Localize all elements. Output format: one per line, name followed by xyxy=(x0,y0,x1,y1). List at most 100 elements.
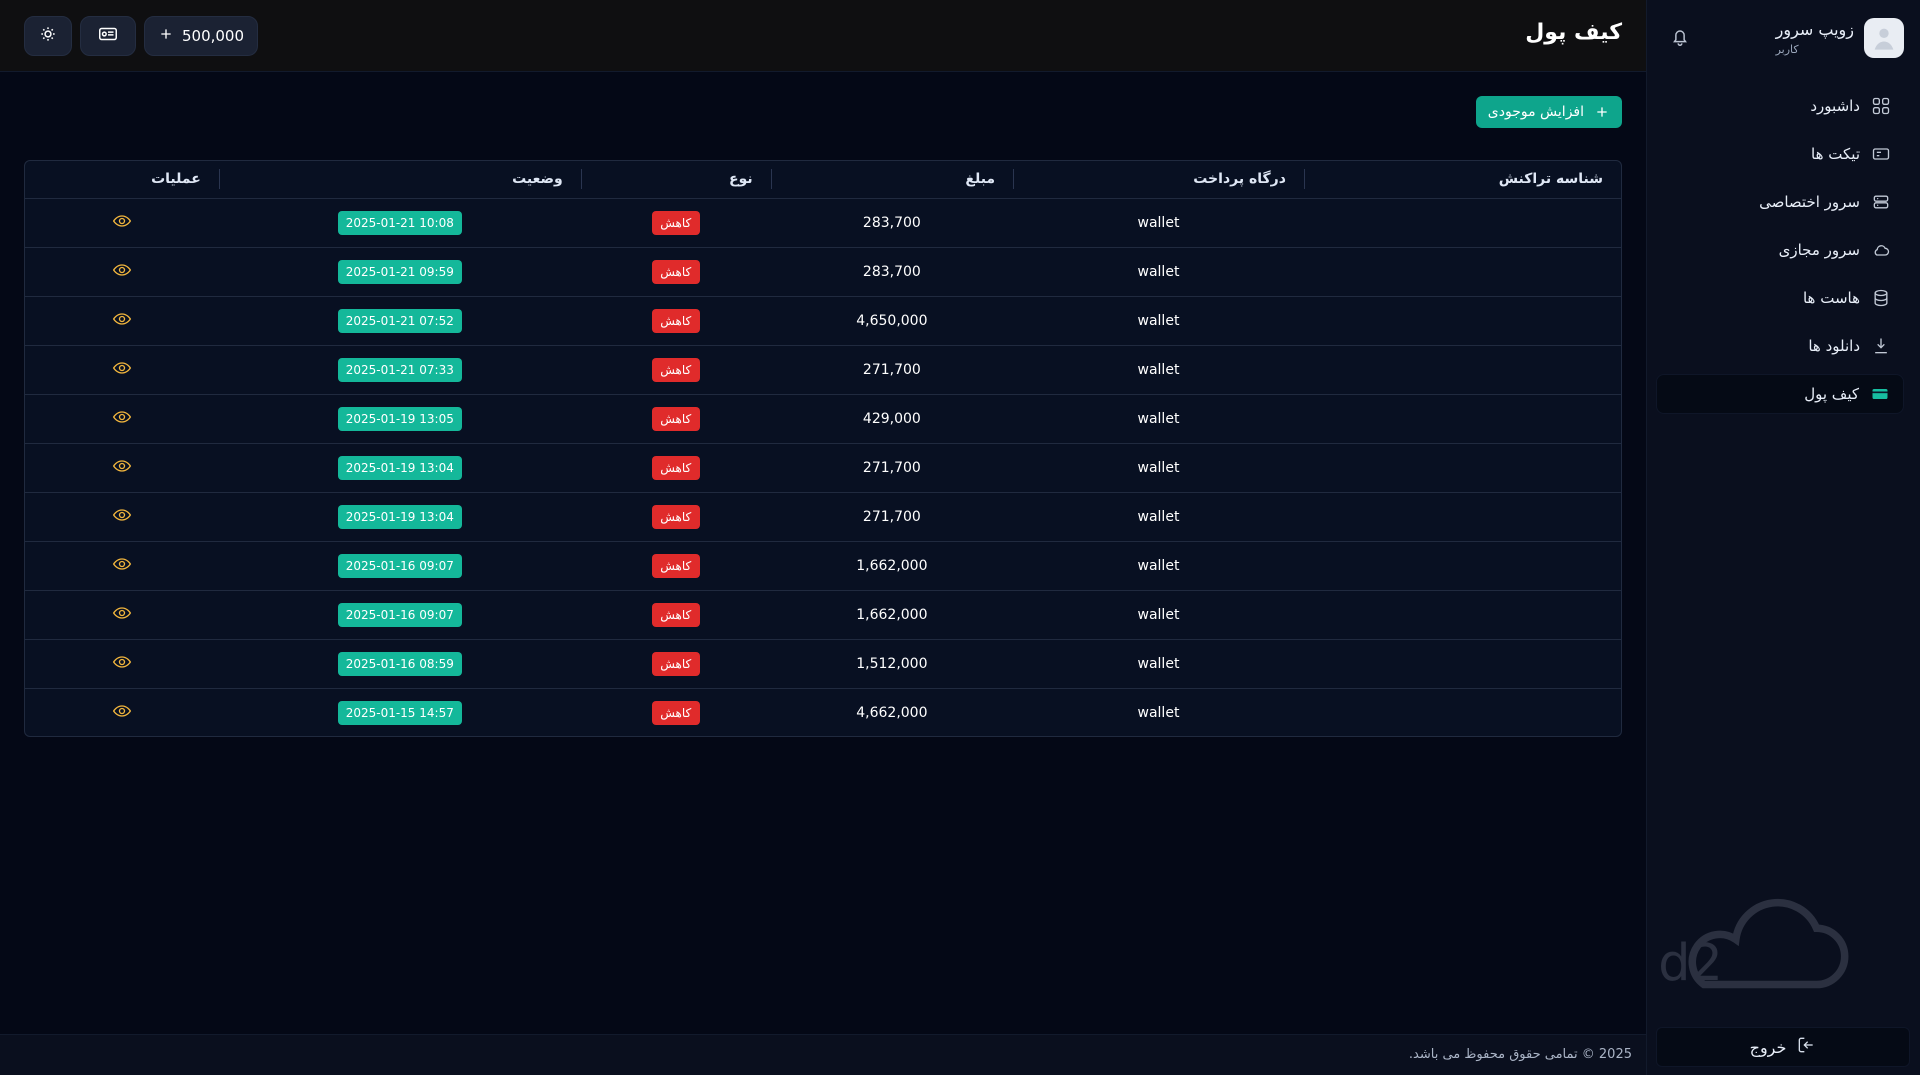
eye-icon[interactable] xyxy=(112,407,132,427)
user-name: زویپ سرور xyxy=(1775,19,1854,39)
table-header-row: شناسه تراکنش درگاه پرداخت مبلغ نوع وضعیت… xyxy=(25,161,1621,199)
cell-type: کاهش xyxy=(581,688,771,736)
settings-button[interactable] xyxy=(24,16,72,56)
cell-status: 2025-01-21 07:33 xyxy=(219,345,581,394)
cell-type: کاهش xyxy=(581,296,771,345)
cell-status: 2025-01-21 10:08 xyxy=(219,198,581,247)
cell-amount: 4,662,000 xyxy=(856,704,928,721)
logout-label: خروج xyxy=(1749,1037,1787,1057)
cell-status: 2025-01-21 07:52 xyxy=(219,296,581,345)
table-row: wallet 271,700 کاهش 2025-01-21 07:33 xyxy=(25,345,1621,394)
cell-actions xyxy=(25,541,219,590)
cell-amount: 283,700 xyxy=(862,214,921,231)
cell-status: 2025-01-15 14:57 xyxy=(219,688,581,736)
sidebar-item-dashboard[interactable]: داشبورد xyxy=(1656,86,1904,126)
column-amount: مبلغ xyxy=(770,161,1014,199)
sidebar-item-dedicated-server[interactable]: سرور اختصاصی xyxy=(1656,182,1904,222)
add-balance-label: افزایش موجودی xyxy=(1487,104,1584,120)
cell-actions xyxy=(25,296,219,345)
cell-type: کاهش xyxy=(581,345,771,394)
cell-transaction-id xyxy=(1304,639,1621,688)
eye-icon[interactable] xyxy=(112,505,132,525)
plus-icon xyxy=(1594,104,1610,120)
sidebar-item-label: کیف پول xyxy=(1804,385,1859,403)
wallet-balance-button[interactable]: 500,000 xyxy=(144,16,258,56)
type-badge: کاهش xyxy=(651,455,700,480)
cell-actions xyxy=(25,688,219,736)
eye-icon[interactable] xyxy=(112,211,132,231)
column-gateway: درگاه پرداخت xyxy=(1013,161,1304,199)
eye-icon[interactable] xyxy=(112,358,132,378)
eye-icon[interactable] xyxy=(112,260,132,280)
eye-icon[interactable] xyxy=(112,456,132,476)
sidebar-item-hosts[interactable]: هاست ها xyxy=(1656,278,1904,318)
sidebar-item-tickets[interactable]: تیکت ها xyxy=(1656,134,1904,174)
dashboard-icon xyxy=(1870,95,1892,117)
user-profile[interactable]: زویپ سرور کاربر xyxy=(1776,18,1904,58)
cell-transaction-id xyxy=(1304,394,1621,443)
sidebar-item-label: سرور مجازی xyxy=(1778,241,1860,259)
cell-status: 2025-01-16 09:07 xyxy=(219,541,581,590)
add-balance-button[interactable]: افزایش موجودی xyxy=(1475,96,1622,128)
eye-icon[interactable] xyxy=(112,652,132,672)
logo-text: Cloud2 xyxy=(1657,933,1723,992)
cell-gateway: wallet xyxy=(1137,361,1180,378)
topbar: کیف پول 500,000 xyxy=(0,0,1646,72)
cell-status: 2025-01-16 09:07 xyxy=(219,590,581,639)
cell-amount: 1,662,000 xyxy=(856,606,928,623)
status-badge: 2025-01-19 13:05 xyxy=(337,406,462,431)
cell-gateway: wallet xyxy=(1137,214,1180,231)
sidebar-item-label: تیکت ها xyxy=(1811,145,1860,163)
type-badge: کاهش xyxy=(651,602,700,627)
cloud2-logo: Cloud2 xyxy=(1546,877,1901,1017)
sidebar-item-vps[interactable]: سرور مجازی xyxy=(1656,230,1904,270)
cell-type: کاهش xyxy=(581,541,771,590)
type-badge: کاهش xyxy=(651,700,700,725)
cell-status: 2025-01-19 13:04 xyxy=(219,443,581,492)
column-actions: عملیات xyxy=(25,161,219,199)
logout-button[interactable]: خروج xyxy=(1656,1027,1910,1067)
status-badge: 2025-01-21 09:59 xyxy=(337,259,462,284)
wallet-balance-value: 500,000 xyxy=(181,27,245,45)
cell-status: 2025-01-21 09:59 xyxy=(219,247,581,296)
cell-status: 2025-01-19 13:05 xyxy=(219,394,581,443)
user-avatar-icon xyxy=(1874,28,1894,50)
table-row: wallet 1,662,000 کاهش 2025-01-16 09:07 xyxy=(25,541,1621,590)
sidebar-nav: داشبورد تیکت ها سرور اختصاصی سرور مجازی … xyxy=(1656,86,1904,414)
type-badge: کاهش xyxy=(651,210,700,235)
server-icon xyxy=(1870,191,1892,213)
cell-actions xyxy=(25,639,219,688)
status-badge: 2025-01-19 13:04 xyxy=(337,504,462,529)
cell-gateway: wallet xyxy=(1137,508,1180,525)
cell-transaction-id xyxy=(1304,247,1621,296)
cell-transaction-id xyxy=(1304,296,1621,345)
eye-icon[interactable] xyxy=(112,554,132,574)
wallet-icon xyxy=(1869,383,1891,405)
status-badge: 2025-01-21 07:52 xyxy=(337,308,462,333)
eye-icon[interactable] xyxy=(112,701,132,721)
cell-status: 2025-01-16 08:59 xyxy=(219,639,581,688)
eye-icon[interactable] xyxy=(112,603,132,623)
cloud-icon xyxy=(1870,239,1892,261)
ticket-icon xyxy=(1870,143,1892,165)
cell-type: کاهش xyxy=(581,639,771,688)
type-badge: کاهش xyxy=(651,553,700,578)
cell-type: کاهش xyxy=(581,492,771,541)
wallet-page: زویپ سرور کاربر داشبورد تیکت ها سرور اخت… xyxy=(0,0,1920,1075)
sidebar-item-wallet[interactable]: کیف پول xyxy=(1656,374,1904,414)
plus-icon xyxy=(158,26,174,46)
cell-gateway: wallet xyxy=(1137,655,1180,672)
main-content: افزایش موجودی شناسه تراکنش درگاه پرداخت … xyxy=(0,72,1646,1034)
eye-icon[interactable] xyxy=(112,309,132,329)
bell-icon[interactable] xyxy=(1669,26,1691,48)
cell-transaction-id xyxy=(1304,198,1621,247)
sidebar-item-downloads[interactable]: دانلود ها xyxy=(1656,326,1904,366)
profile-card-button[interactable] xyxy=(80,16,136,56)
footer: 2025 © تمامی حقوق محفوظ می باشد. xyxy=(0,1034,1646,1075)
cell-amount: 271,700 xyxy=(862,459,921,476)
user-meta: زویپ سرور کاربر xyxy=(1775,19,1854,56)
footer-text: 2025 © تمامی حقوق محفوظ می باشد. xyxy=(1408,1047,1632,1062)
cell-transaction-id xyxy=(1304,541,1621,590)
cell-gateway: wallet xyxy=(1137,410,1180,427)
cell-gateway: wallet xyxy=(1137,263,1180,280)
